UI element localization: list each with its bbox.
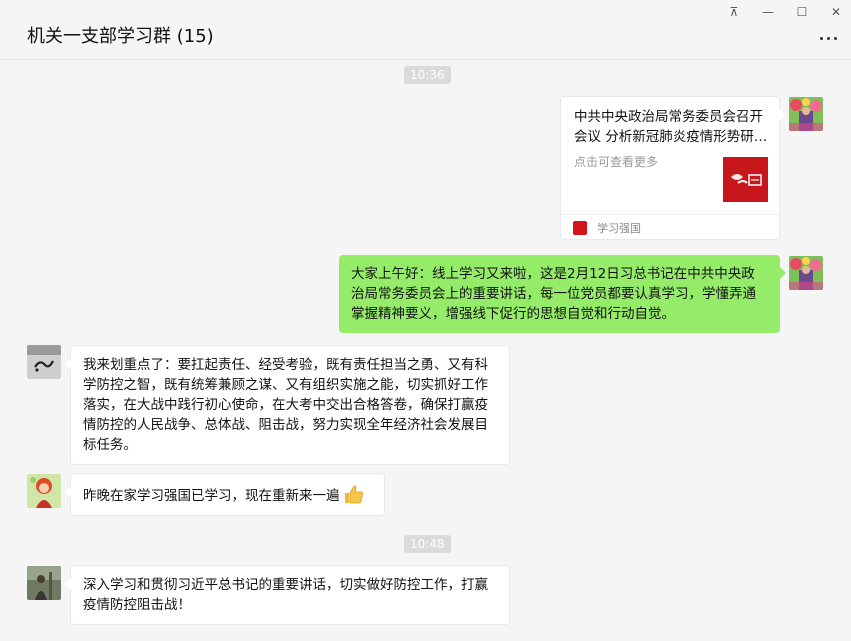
avatar[interactable] — [27, 345, 61, 379]
message-bubble[interactable]: 昨晚在家学习强国已学习，现在重新来一遍 — [65, 473, 385, 516]
avatar[interactable] — [27, 566, 61, 600]
avatar-photo-icon — [27, 566, 61, 600]
card-description: 点击可查看更多 — [574, 155, 659, 169]
avatar[interactable] — [789, 97, 823, 131]
dot-icon — [826, 36, 830, 40]
avatar-cartoon-icon — [27, 474, 61, 508]
message-text: 昨晚在家学习强国已学习，现在重新来一遍 — [83, 488, 340, 504]
shared-article-card[interactable]: 中共中央政治局常务委员会召开会议 分析新冠肺炎疫情形势研… 点击可查看更多 学习… — [560, 96, 785, 240]
xuexi-source-icon — [573, 221, 587, 235]
dot-icon — [833, 36, 837, 40]
card-footer: 学习强国 — [561, 214, 779, 240]
avatar[interactable] — [789, 256, 823, 290]
avatar-flowers-icon — [789, 97, 823, 131]
avatar-flowers-icon — [789, 256, 823, 290]
maximize-button[interactable]: ☐ — [792, 3, 812, 21]
dot-icon — [819, 36, 823, 40]
message-bubble[interactable]: 我来划重点了：要扛起责任、经受考验，既有责任担当之勇、又有科学防控之智，既有统筹… — [65, 345, 510, 465]
pin-button[interactable]: ⊼ — [724, 3, 744, 21]
message-bubble[interactable]: 大家上午好：线上学习又来啦，这是2月12日习总书记在中共中央政治局常务委员会上的… — [339, 255, 786, 333]
avatar[interactable] — [27, 474, 61, 508]
xuexi-logo-icon — [723, 157, 768, 202]
minimize-button[interactable]: — — [758, 3, 778, 21]
close-button[interactable]: ✕ — [826, 3, 846, 21]
avatar-calligraphy-icon — [27, 345, 61, 379]
title-bar: 机关一支部学习群 (15) ⊼ — ☐ ✕ — [0, 0, 851, 60]
article-thumbnail — [723, 157, 768, 202]
timestamp: 10:48 — [404, 535, 451, 553]
more-options-button[interactable] — [813, 28, 843, 48]
card-title: 中共中央政治局常务委员会召开会议 分析新冠肺炎疫情形势研… — [574, 109, 768, 145]
card-source: 学习强国 — [597, 222, 641, 235]
thumbs-up-icon — [342, 483, 364, 505]
timestamp: 10:36 — [404, 66, 451, 84]
message-bubble[interactable]: 深入学习和贯彻习近平总书记的重要讲话，切实做好防控工作，打赢疫情防控阻击战！ — [65, 565, 510, 625]
chat-title: 机关一支部学习群 (15) — [27, 26, 214, 47]
